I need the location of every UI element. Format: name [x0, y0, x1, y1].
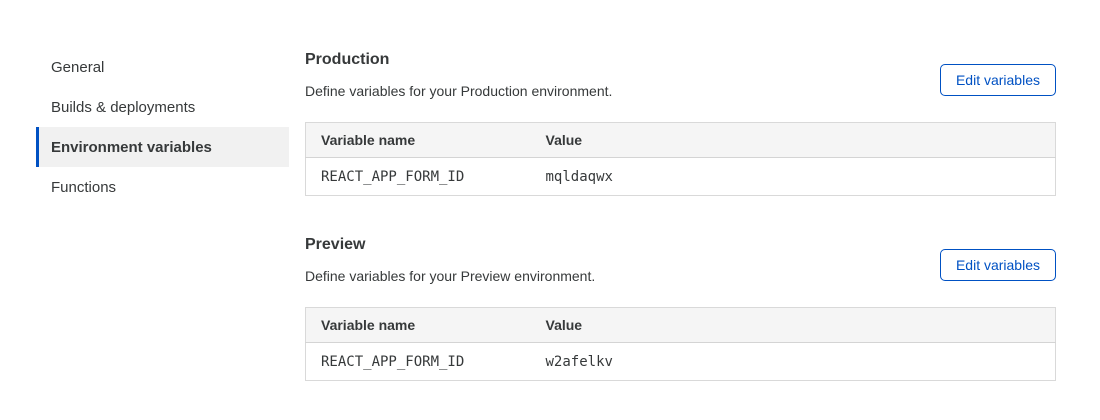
table-row: REACT_APP_FORM_ID mqldaqwx: [306, 158, 1056, 196]
variable-value-cell: mqldaqwx: [531, 158, 1056, 196]
production-table-header-row: Variable name Value: [306, 123, 1056, 158]
variable-name-cell: REACT_APP_FORM_ID: [306, 158, 531, 196]
edit-variables-button-preview[interactable]: Edit variables: [940, 249, 1056, 281]
sidebar-item-builds-deployments[interactable]: Builds & deployments: [36, 87, 289, 127]
production-variables-table: Variable name Value REACT_APP_FORM_ID mq…: [305, 122, 1056, 196]
column-header-value: Value: [531, 123, 1056, 158]
column-header-value: Value: [531, 308, 1056, 343]
sidebar-item-environment-variables[interactable]: Environment variables: [36, 127, 289, 167]
settings-sidebar: General Builds & deployments Environment…: [36, 47, 289, 207]
production-section: Production Define variables for your Pro…: [305, 49, 1056, 196]
sidebar-item-functions[interactable]: Functions: [36, 167, 289, 207]
variable-value-cell: w2afelkv: [531, 343, 1056, 381]
main-content: Production Define variables for your Pro…: [305, 49, 1056, 381]
preview-variables-table: Variable name Value REACT_APP_FORM_ID w2…: [305, 307, 1056, 381]
sidebar-item-general[interactable]: General: [36, 47, 289, 87]
preview-section: Preview Define variables for your Previe…: [305, 234, 1056, 381]
column-header-variable-name: Variable name: [306, 308, 531, 343]
environment-variables-page: General Builds & deployments Environment…: [0, 0, 1100, 420]
table-row: REACT_APP_FORM_ID w2afelkv: [306, 343, 1056, 381]
preview-table-header-row: Variable name Value: [306, 308, 1056, 343]
variable-name-cell: REACT_APP_FORM_ID: [306, 343, 531, 381]
edit-variables-button-production[interactable]: Edit variables: [940, 64, 1056, 96]
column-header-variable-name: Variable name: [306, 123, 531, 158]
